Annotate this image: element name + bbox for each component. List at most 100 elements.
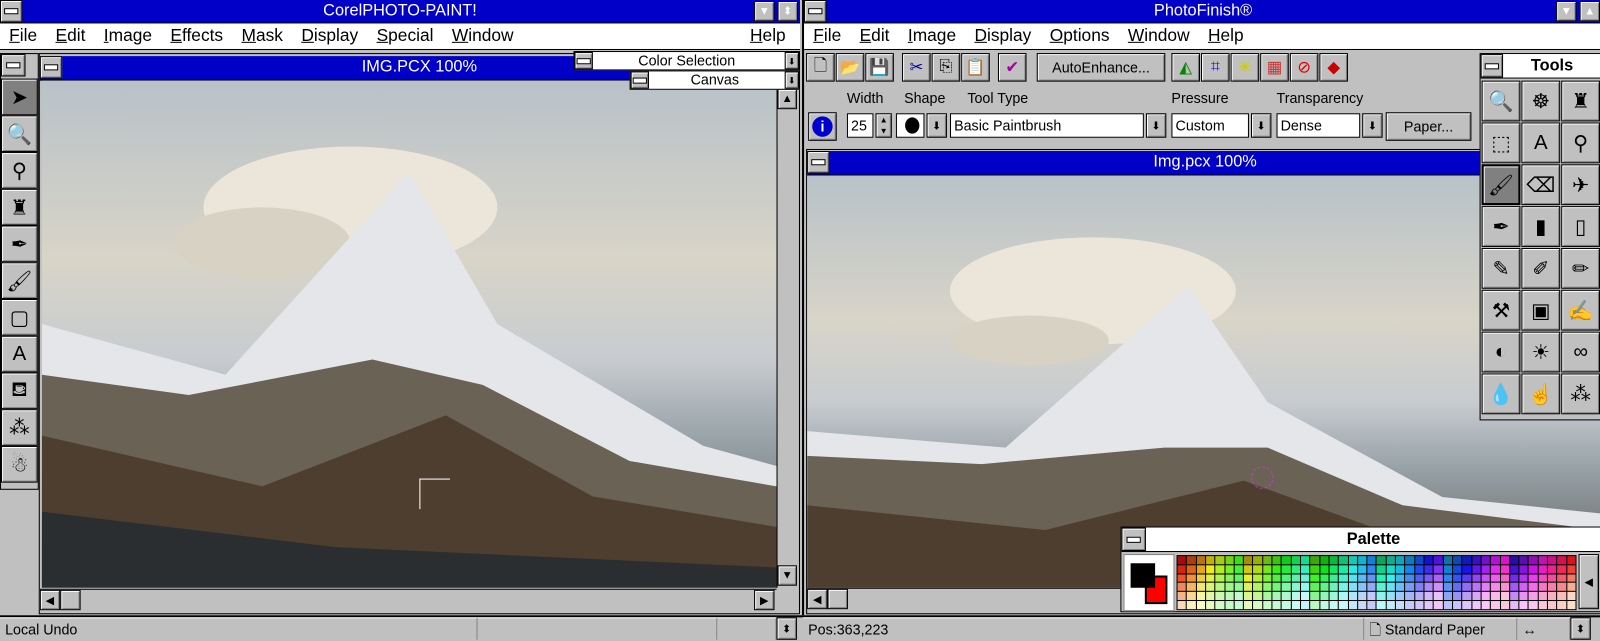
crayon-icon[interactable]: ✏: [1561, 247, 1600, 289]
eyedropper-icon[interactable]: ⚲: [1, 152, 38, 189]
menu-file[interactable]: File: [0, 23, 46, 49]
palette-swatch[interactable]: [1244, 601, 1253, 610]
smudge-icon[interactable]: ☝: [1521, 373, 1561, 415]
shape-dropdown-button[interactable]: ⬇: [926, 113, 947, 138]
palette-swatch[interactable]: [1187, 601, 1196, 610]
palette-swatch[interactable]: [1253, 601, 1263, 610]
palette-swatch[interactable]: [1396, 583, 1405, 592]
palette-swatch[interactable]: [1367, 592, 1376, 601]
marquee-icon[interactable]: ⬚: [1481, 122, 1521, 164]
palette-swatch[interactable]: [1253, 592, 1263, 601]
palette-swatch[interactable]: [1538, 583, 1547, 592]
palette-swatch[interactable]: [1472, 565, 1481, 574]
paintbrush-icon[interactable]: 🖌: [1481, 164, 1521, 206]
pencil-icon[interactable]: ✎: [1481, 247, 1521, 289]
palette-swatch[interactable]: [1567, 601, 1576, 610]
palette-swatch[interactable]: [1348, 574, 1358, 583]
palette-swatch[interactable]: [1415, 583, 1424, 592]
rollup-system-menu[interactable]: [630, 71, 649, 89]
palette-swatch[interactable]: [1481, 583, 1490, 592]
palette-swatch[interactable]: [1358, 592, 1367, 601]
menu-window[interactable]: Window: [443, 23, 523, 49]
palette-swatch[interactable]: [1557, 592, 1566, 601]
palette-swatch[interactable]: [1301, 556, 1310, 565]
palette-swatch[interactable]: [1462, 583, 1472, 592]
palette-swatch[interactable]: [1310, 556, 1320, 565]
palette-swatch[interactable]: [1320, 556, 1329, 565]
palette-swatch[interactable]: [1481, 565, 1490, 574]
scroll-thumb[interactable]: [827, 588, 848, 610]
palette-swatch[interactable]: [1234, 565, 1244, 574]
toolbox-system-menu[interactable]: [1, 54, 26, 77]
tool-type-select[interactable]: Basic Paintbrush: [949, 113, 1144, 138]
chalk-icon[interactable]: ▯: [1561, 206, 1600, 247]
palette-swatch[interactable]: [1491, 574, 1500, 583]
palette-swatch[interactable]: [1443, 556, 1452, 565]
palette-swatch[interactable]: [1548, 574, 1557, 583]
minimize-button[interactable]: ▼: [754, 1, 775, 22]
palette-swatch[interactable]: [1510, 574, 1519, 583]
palette-swatch[interactable]: [1367, 583, 1376, 592]
palette-swatch[interactable]: [1538, 556, 1547, 565]
palette-swatch[interactable]: [1225, 601, 1234, 610]
autoenhance-button[interactable]: AutoEnhance...: [1036, 53, 1166, 82]
palette-swatch[interactable]: [1405, 565, 1415, 574]
paintbrush-icon[interactable]: 🖌: [1, 262, 38, 299]
palette-swatch[interactable]: [1472, 583, 1481, 592]
palette-swatch[interactable]: [1548, 592, 1557, 601]
zoom-icon[interactable]: 🔍: [1481, 80, 1521, 122]
palette-swatch[interactable]: [1443, 601, 1452, 610]
system-menu-button[interactable]: [0, 0, 23, 23]
palette-swatch[interactable]: [1519, 583, 1528, 592]
width-input[interactable]: 25: [846, 113, 874, 138]
palette-swatch[interactable]: [1462, 592, 1472, 601]
color-balance-icon[interactable]: ▦: [1260, 53, 1289, 82]
palette-swatch[interactable]: [1453, 592, 1462, 601]
new-file-icon[interactable]: 🗋: [806, 53, 835, 82]
palette-swatch[interactable]: [1339, 601, 1348, 610]
pressure-dropdown-button[interactable]: ⬇: [1251, 113, 1272, 138]
palette-swatch[interactable]: [1519, 574, 1528, 583]
status-scroll-button[interactable]: ⬍: [776, 617, 797, 640]
palette-swatch[interactable]: [1215, 592, 1225, 601]
menu-help[interactable]: Help: [1199, 23, 1253, 49]
marker-icon[interactable]: ▮: [1521, 206, 1561, 247]
fill-icon[interactable]: ▣: [1521, 289, 1561, 331]
rollup-system-menu[interactable]: [574, 52, 593, 70]
palette-swatch[interactable]: [1538, 565, 1547, 574]
palette-swatch[interactable]: [1481, 601, 1490, 610]
palette-swatch[interactable]: [1263, 583, 1272, 592]
palette-swatch[interactable]: [1567, 592, 1576, 601]
palette-swatch[interactable]: [1500, 556, 1509, 565]
palette-swatch[interactable]: [1510, 601, 1519, 610]
palette-swatch[interactable]: [1206, 583, 1215, 592]
palette-swatch[interactable]: [1510, 565, 1519, 574]
palette-swatch[interactable]: [1244, 565, 1253, 574]
image-canvas[interactable]: [41, 80, 777, 588]
palette-swatch[interactable]: [1567, 556, 1576, 565]
brightness-icon[interactable]: ☀: [1521, 331, 1561, 373]
palette-swatch[interactable]: [1187, 574, 1196, 583]
palette-swatch[interactable]: [1415, 565, 1424, 574]
palette-swatch[interactable]: [1187, 592, 1196, 601]
palette-swatch[interactable]: [1196, 601, 1206, 610]
status-scroll-button[interactable]: ⬍: [1570, 617, 1591, 640]
palette-swatch[interactable]: [1462, 565, 1472, 574]
palette-swatch[interactable]: [1263, 565, 1272, 574]
palette-swatch[interactable]: [1348, 583, 1358, 592]
current-colors[interactable]: [1123, 554, 1175, 612]
palette-swatch[interactable]: [1253, 574, 1263, 583]
palette-swatch[interactable]: [1481, 556, 1490, 565]
palette-swatch[interactable]: [1529, 592, 1538, 601]
palette-swatch[interactable]: [1557, 574, 1566, 583]
palette-swatch[interactable]: [1234, 574, 1244, 583]
spraycan-icon[interactable]: ♜: [1, 188, 38, 226]
menu-help[interactable]: Help: [741, 23, 800, 49]
shape-select[interactable]: [895, 113, 925, 138]
menu-options[interactable]: Options: [1041, 23, 1119, 49]
palette-swatch[interactable]: [1244, 574, 1253, 583]
palette-swatch[interactable]: [1367, 556, 1376, 565]
palette-swatch[interactable]: [1434, 583, 1443, 592]
compass-icon[interactable]: ☸: [1521, 80, 1561, 122]
palette-scroll-button[interactable]: ◀: [1578, 554, 1599, 610]
